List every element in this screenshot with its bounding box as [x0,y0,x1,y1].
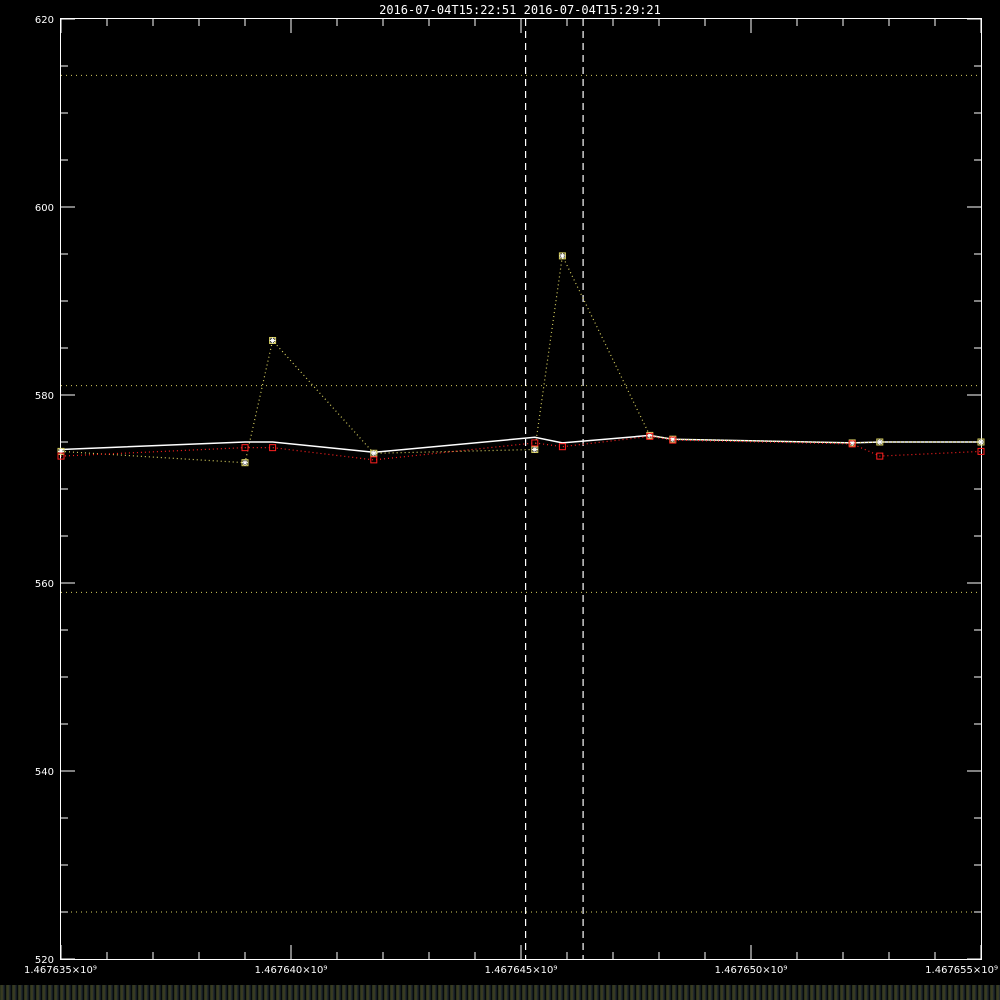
plot-frame [60,18,982,960]
asterisk-point [241,459,249,467]
x-tick-label: 1.467635×10⁹ [24,965,97,976]
series-line-2 [60,435,982,461]
tick-labels: 5205405605806006201.467635×10⁹ 1.467640×1… [24,15,998,976]
series-layer [57,252,985,467]
red-square-point [269,444,277,452]
y-tick-label: 580 [35,391,54,402]
red-square-point [558,443,566,451]
asterisk-point [977,438,985,446]
horizontal-reference-lines [61,74,981,913]
x-tick-label: 1.467650×10⁹ [715,965,788,976]
asterisk-point [558,252,566,260]
y-tick-label: 600 [35,203,54,214]
x-tick-label: 1.467645×10⁹ [485,965,558,976]
y-tick-label: 620 [35,15,54,26]
asterisk-point [370,449,378,457]
red-square-point [531,439,539,447]
red-square-point [370,456,378,464]
asterisk-point [531,446,539,454]
chart: 2016-07-04T15:22:51 2016-07-04T15:29:21 … [24,3,998,976]
x-tick-label: 1.467655×10⁹ [925,965,998,976]
vertical-reference-lines [524,19,584,959]
y-tick-label: 560 [35,579,54,590]
axis-ticks [60,18,982,960]
asterisk-point [876,438,884,446]
x-tick-label: 1.467640×10⁹ [255,965,328,976]
y-tick-label: 540 [35,767,54,778]
chart-title: 2016-07-04T15:22:51 2016-07-04T15:29:21 [379,3,661,17]
series-line-1 [60,253,981,464]
bottom-color-strip [0,985,1000,1000]
